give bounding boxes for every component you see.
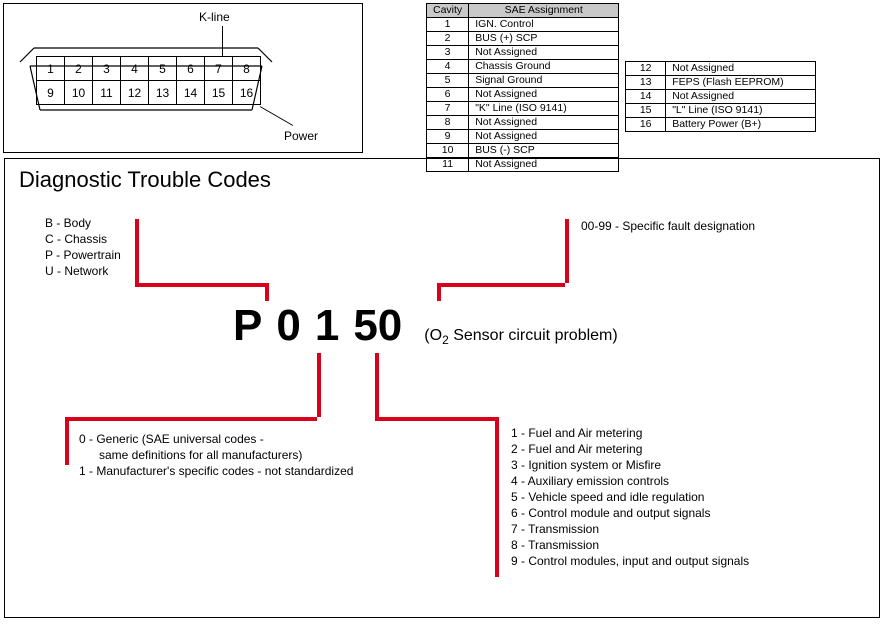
code-description: (O2 Sensor circuit problem): [424, 327, 617, 347]
table-cell: 1: [427, 18, 469, 32]
pin-cell: 11: [93, 81, 121, 105]
table-cell: 14: [626, 90, 666, 104]
letters-list: B - Body C - Chassis P - Powertrain U - …: [45, 215, 121, 279]
table-cell: "L" Line (ISO 9141): [666, 104, 816, 118]
callout-line: [222, 26, 223, 56]
pin-cell: 7: [205, 57, 233, 81]
dtc-diagram: Diagnostic Trouble Codes P 0 1 50 (O2 Se…: [4, 158, 880, 618]
table-cell: 15: [626, 104, 666, 118]
pin-cell: 3: [93, 57, 121, 81]
table-cell: Chassis Ground: [469, 60, 619, 74]
power-label: Power: [284, 129, 318, 143]
digit2-list: 0 - Generic (SAE universal codes - same …: [79, 431, 419, 479]
pin-cell: 2: [65, 57, 93, 81]
fault-designation-text: 00-99 - Specific fault designation: [581, 218, 755, 234]
callout-line: [260, 106, 293, 126]
table-cell: 5: [427, 74, 469, 88]
callout-bracket: [65, 417, 317, 421]
dtc-code: P 0 1 50 (O2 Sensor circuit problem): [233, 301, 618, 351]
pin-cell: 1: [37, 57, 65, 81]
table-cell: IGN. Control: [469, 18, 619, 32]
table-cell: 3: [427, 46, 469, 60]
pin-cell: 9: [37, 81, 65, 105]
pin-cell: 16: [233, 81, 261, 105]
code-char-3: 1: [315, 301, 339, 351]
table-header: Cavity: [427, 4, 469, 18]
code-char-45: 50: [353, 301, 402, 351]
pin-cell: 15: [205, 81, 233, 105]
table-cell: 2: [427, 32, 469, 46]
table-cell: Not Assigned: [469, 46, 619, 60]
pin-cell: 5: [149, 57, 177, 81]
table-cell: "K" Line (ISO 9141): [469, 102, 619, 116]
table-cell: 8: [427, 116, 469, 130]
table-cell: Not Assigned: [469, 130, 619, 144]
sae-table-2: 12Not Assigned 13FEPS (Flash EEPROM) 14N…: [625, 61, 816, 132]
callout-bracket: [437, 283, 441, 301]
table-cell: Not Assigned: [469, 88, 619, 102]
table-cell: FEPS (Flash EEPROM): [666, 76, 816, 90]
callout-bracket: [375, 417, 495, 421]
callout-bracket: [317, 353, 321, 417]
callout-bracket: [565, 219, 569, 283]
table-cell: Battery Power (B+): [666, 118, 816, 132]
table-cell: Not Assigned: [666, 90, 816, 104]
table-cell: 9: [427, 130, 469, 144]
table-cell: 16: [626, 118, 666, 132]
pin-cell: 13: [149, 81, 177, 105]
callout-bracket: [437, 283, 565, 287]
table-header: SAE Assignment: [469, 4, 619, 18]
kline-label: K-line: [199, 10, 230, 24]
callout-bracket: [265, 283, 269, 301]
table-cell: BUS (-) SCP: [469, 144, 619, 158]
callout-bracket: [65, 417, 69, 465]
pin-cell: 6: [177, 57, 205, 81]
code-char-1: P: [233, 301, 262, 351]
table-cell: 6: [427, 88, 469, 102]
table-cell: 7: [427, 102, 469, 116]
table-cell: 13: [626, 76, 666, 90]
callout-bracket: [495, 417, 499, 577]
code-char-2: 0: [276, 301, 300, 351]
callout-bracket: [375, 353, 379, 417]
table-cell: Not Assigned: [469, 116, 619, 130]
table-cell: BUS (+) SCP: [469, 32, 619, 46]
table-cell: Not Assigned: [666, 62, 816, 76]
pin-cell: 8: [233, 57, 261, 81]
pin-cell: 14: [177, 81, 205, 105]
sae-table-1: CavitySAE Assignment 1IGN. Control 2BUS …: [426, 3, 619, 172]
table-cell: 12: [626, 62, 666, 76]
pin-cell: 10: [65, 81, 93, 105]
system-list: 1 - Fuel and Air metering 2 - Fuel and A…: [511, 425, 749, 569]
table-cell: 4: [427, 60, 469, 74]
table-cell: Signal Ground: [469, 74, 619, 88]
dtc-title: Diagnostic Trouble Codes: [5, 159, 879, 193]
callout-bracket: [135, 283, 265, 287]
pin-cell: 4: [121, 57, 149, 81]
table-cell: 10: [427, 144, 469, 158]
pin-cell: 12: [121, 81, 149, 105]
connector-pin-grid: 1 2 3 4 5 6 7 8 9 10 11 12 13 14 15: [36, 56, 261, 105]
callout-bracket: [135, 219, 139, 283]
connector-diagram: K-line 1 2 3 4 5 6 7 8: [3, 3, 363, 153]
